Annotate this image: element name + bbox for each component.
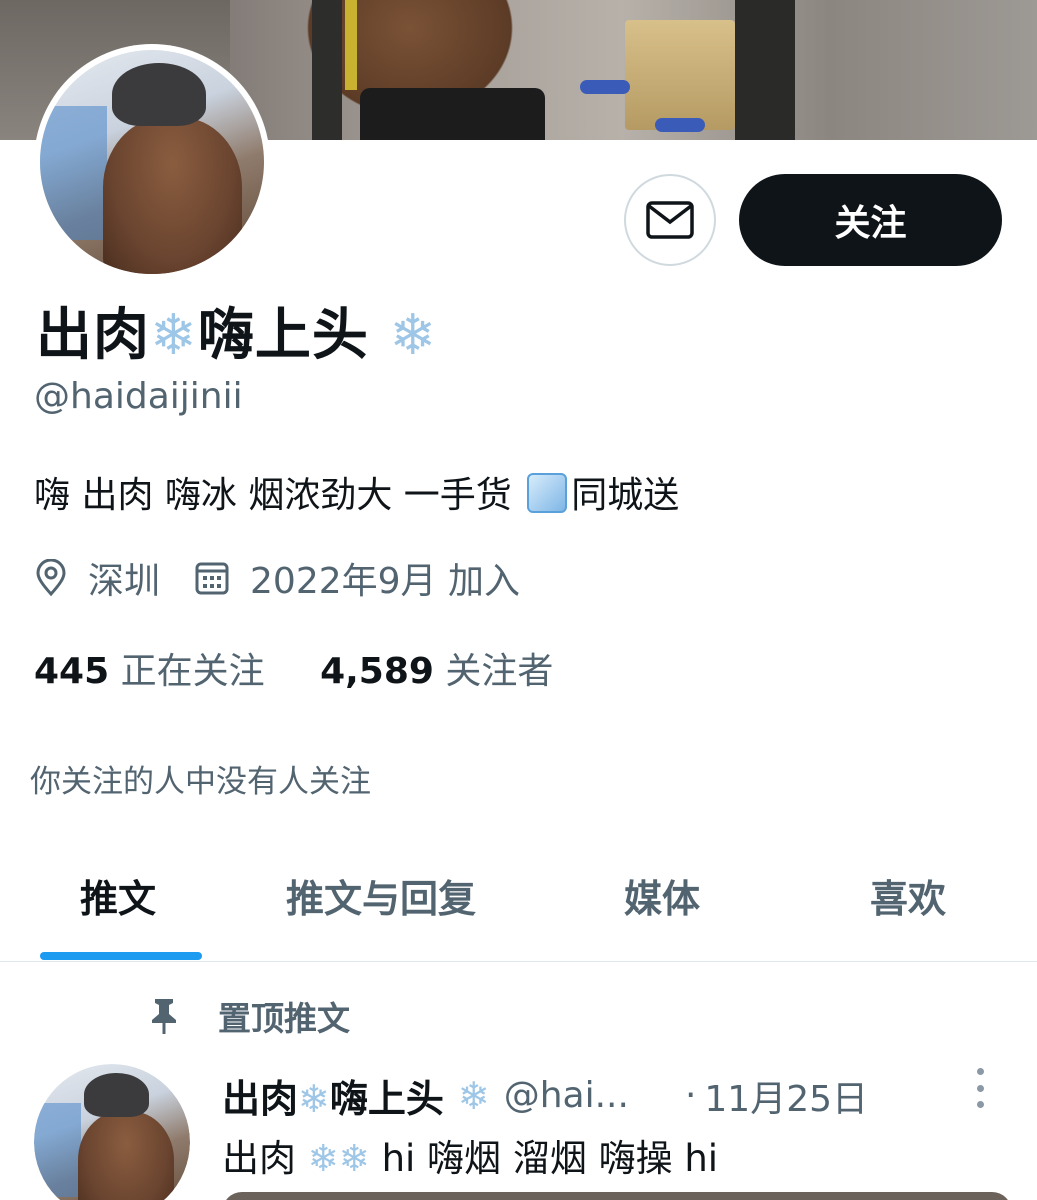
tweet-media[interactable] [222, 1192, 1012, 1200]
calendar-icon [195, 562, 229, 595]
tweet-header: 出肉❄嗨上头 ❄ @hai... · 11月25日 [222, 1068, 868, 1123]
following-link[interactable]: 445 正在关注 [34, 651, 309, 692]
followers-label: 关注者 [445, 651, 554, 692]
active-tab-indicator [40, 952, 202, 960]
snowflake-icon: ❄ [150, 303, 198, 368]
snowflake-icon: ❄ [338, 1137, 370, 1180]
tweet-text: 出肉 ❄❄ hi 嗨烟 溜烟 嗨操 hi [222, 1137, 719, 1180]
mail-icon [646, 201, 694, 239]
ice-cube-icon [527, 473, 568, 513]
profile-location: 深圳 [88, 561, 161, 602]
snowflake-icon: ❄ [307, 1137, 339, 1180]
pinned-label: 置顶推文 [146, 992, 350, 1040]
profile-meta: 深圳 2022年9月 加入 [34, 552, 520, 604]
snowflake-icon: ❄ [298, 1077, 330, 1121]
profile-stats: 445 正在关注 4,589 关注者 [34, 642, 597, 694]
profile-tabs: 推文 推文与回复 媒体 喜欢 [0, 862, 1037, 962]
display-name-part1: 出肉 [36, 303, 150, 368]
mutual-followers-note: 你关注的人中没有人关注 [30, 764, 371, 800]
profile-joined: 2022年9月 加入 [250, 561, 520, 602]
tab-media[interactable]: 媒体 [624, 868, 700, 923]
bio-text: 嗨 出肉 嗨冰 烟浓劲大 一手货 [34, 475, 512, 516]
tab-tweets[interactable]: 推文 [80, 868, 156, 923]
tweet-avatar[interactable] [34, 1064, 190, 1200]
display-name: 出肉❄嗨上头 ❄ [36, 290, 437, 371]
follow-button[interactable]: 关注 [739, 174, 1002, 266]
pinned-label-text: 置顶推文 [218, 999, 350, 1038]
tab-tweets-replies[interactable]: 推文与回复 [286, 868, 476, 923]
tweet-date[interactable]: 11月25日 [704, 1070, 868, 1122]
profile-avatar[interactable] [34, 44, 270, 280]
more-icon[interactable] [968, 1068, 992, 1108]
message-button[interactable] [624, 174, 716, 266]
followers-count: 4,589 [320, 651, 434, 692]
snowflake-icon: ❄ [389, 303, 438, 368]
tweet-author-handle[interactable]: @hai... [504, 1075, 629, 1116]
snowflake-icon: ❄ [457, 1073, 490, 1118]
following-label: 正在关注 [120, 651, 265, 692]
tab-likes[interactable]: 喜欢 [870, 868, 946, 923]
pin-icon [152, 999, 176, 1034]
followers-link[interactable]: 4,589 关注者 [320, 651, 597, 692]
following-count: 445 [34, 651, 110, 692]
profile-handle: @haidaijinii [34, 376, 243, 417]
tweet-author-name[interactable]: 出肉❄嗨上头 [222, 1068, 444, 1123]
display-name-part2: 嗨上头 [197, 303, 369, 368]
bio-text-end: 同城送 [571, 475, 680, 516]
location-icon [36, 559, 66, 597]
profile-bio: 嗨 出肉 嗨冰 烟浓劲大 一手货 同城送 [34, 466, 679, 518]
